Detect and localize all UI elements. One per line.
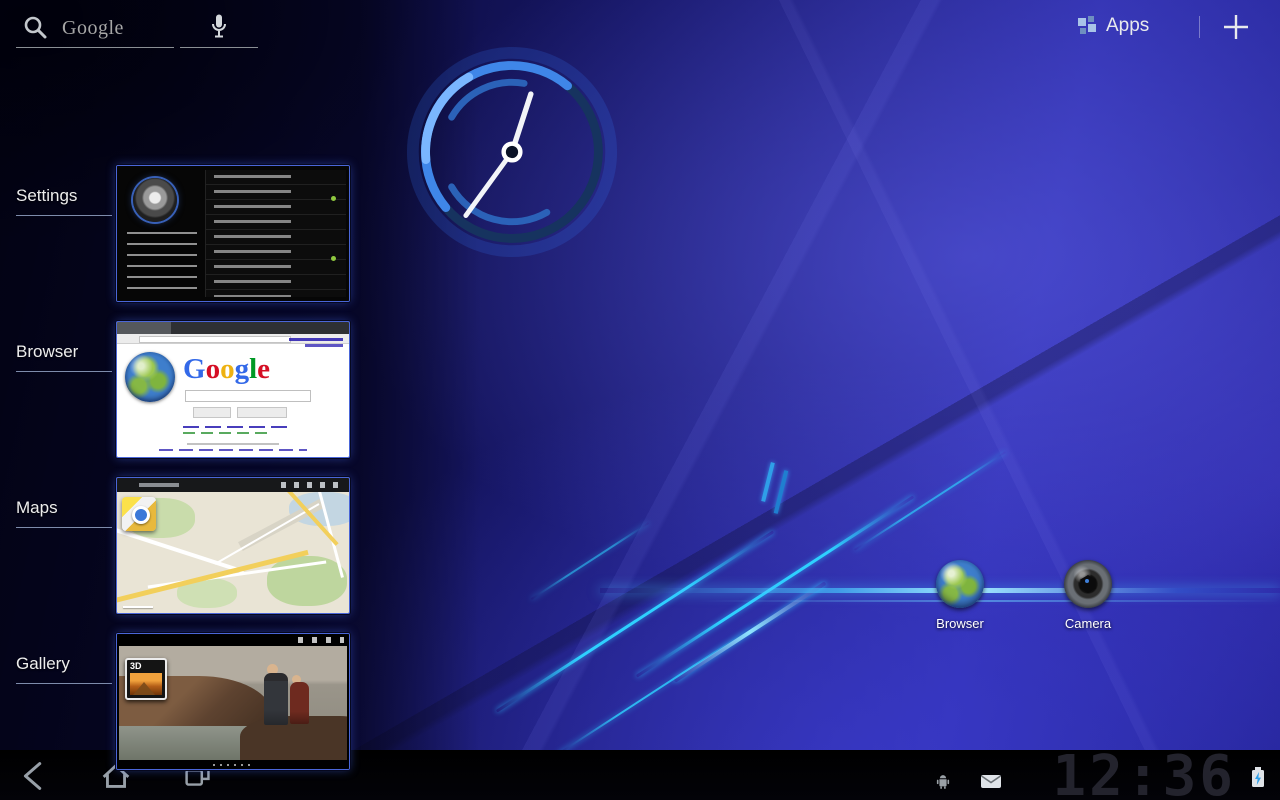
- recent-label-browser[interactable]: Browser: [16, 342, 112, 372]
- browser-page-preview: Google: [117, 322, 349, 457]
- shortcut-label: Camera: [1040, 616, 1136, 631]
- search-button-preview: [193, 407, 231, 418]
- topbar-divider: [1199, 16, 1200, 38]
- gallery-filmstrip-dots: [213, 764, 253, 766]
- map-pin-icon: [132, 506, 150, 524]
- maps-app-icon: [122, 497, 156, 531]
- settings-detail-lines: [205, 170, 346, 297]
- email-notification-icon: [980, 774, 1002, 794]
- recent-thumbnail-maps[interactable]: [116, 477, 350, 614]
- lucky-button-preview: [237, 407, 287, 418]
- photo-person: [264, 673, 288, 725]
- recent-label-settings[interactable]: Settings: [16, 186, 112, 216]
- settings-speaker-icon: [133, 178, 177, 222]
- gallery-icon-badge: 3D: [130, 661, 142, 671]
- battery-icon: [1250, 766, 1266, 793]
- logo-letter: l: [249, 353, 257, 385]
- camera-app-icon: [1064, 560, 1112, 608]
- search-icon: [22, 14, 50, 47]
- recent-label-gallery[interactable]: Gallery: [16, 654, 112, 684]
- settings-toggle-dot: [331, 256, 336, 261]
- settings-toggle-dot: [331, 196, 336, 201]
- back-icon: [12, 782, 56, 799]
- footer-line-preview: [187, 443, 279, 445]
- browser-tab-bar: [117, 322, 349, 334]
- apps-button-label: Apps: [1106, 15, 1149, 37]
- analog-clock-face: [404, 44, 620, 260]
- browser-globe-icon: [125, 352, 175, 402]
- search-widget-label: Google: [62, 17, 124, 40]
- shortcut-label: Browser: [912, 616, 1008, 631]
- settings-screen-preview: [117, 166, 349, 301]
- browser-app-icon: [936, 560, 984, 608]
- recent-label-text: Browser: [16, 342, 78, 361]
- browser-top-links: [289, 338, 343, 341]
- add-widget-button[interactable]: [1220, 11, 1252, 43]
- maps-action-bar-icons: [281, 482, 345, 488]
- google-search-widget[interactable]: Google: [16, 8, 258, 48]
- home-screen: Google Apps: [0, 0, 1280, 800]
- result-links-preview: [183, 432, 267, 434]
- photo-water: [119, 726, 251, 760]
- recent-label-text: Gallery: [16, 654, 70, 673]
- logo-letter: g: [235, 353, 250, 385]
- logo-letter: e: [257, 353, 270, 385]
- apps-grid-icon: [1078, 16, 1098, 36]
- map-scale-bar: [123, 606, 153, 608]
- shortcut-browser[interactable]: Browser: [912, 560, 1008, 631]
- recent-label-text: Settings: [16, 186, 77, 205]
- status-area[interactable]: 12:36: [910, 750, 1280, 800]
- logo-letter: o: [220, 353, 235, 385]
- gallery-icon-art: [130, 673, 162, 695]
- settings-menu-lines: [127, 232, 197, 293]
- back-button[interactable]: [12, 757, 56, 795]
- logo-letter: G: [183, 353, 206, 385]
- microphone-icon: [210, 13, 228, 46]
- logo-letter: o: [206, 353, 221, 385]
- recent-thumbnail-browser[interactable]: Google: [116, 321, 350, 458]
- recent-label-text: Maps: [16, 498, 58, 517]
- apps-button[interactable]: Apps: [1078, 10, 1174, 42]
- gallery-app-icon: 3D: [125, 658, 167, 700]
- search-text-button[interactable]: Google: [16, 8, 174, 48]
- maps-action-bar: [117, 478, 349, 492]
- photo-person: [290, 682, 309, 724]
- browser-top-links: [305, 344, 343, 347]
- google-logo: Google: [183, 354, 270, 384]
- browser-url-box: [139, 336, 291, 343]
- search-box-preview: [185, 390, 311, 402]
- recent-thumbnail-settings[interactable]: [116, 165, 350, 302]
- shortcut-camera[interactable]: Camera: [1040, 560, 1136, 631]
- maps-action-bar-text: [139, 483, 179, 487]
- maps-preview: [117, 478, 349, 613]
- gallery-action-bar-icons: [298, 637, 344, 643]
- usb-debug-icon: [934, 772, 952, 795]
- home-icon: [94, 782, 138, 799]
- voice-search-button[interactable]: [180, 8, 258, 48]
- recents-icon: [176, 782, 220, 799]
- gallery-preview: 3D: [117, 634, 349, 769]
- recent-thumbnail-gallery[interactable]: 3D: [116, 633, 350, 770]
- camera-aperture-icon: [1079, 575, 1097, 593]
- camera-lens-glint: [1085, 579, 1089, 583]
- analog-clock-widget[interactable]: [404, 44, 620, 260]
- footer-links-preview: [159, 449, 307, 451]
- plus-icon: [1220, 30, 1252, 47]
- result-links-preview: [183, 426, 287, 428]
- status-clock: 12:36: [1052, 744, 1236, 800]
- gallery-icon-mountain: [133, 682, 155, 695]
- recent-label-maps[interactable]: Maps: [16, 498, 112, 528]
